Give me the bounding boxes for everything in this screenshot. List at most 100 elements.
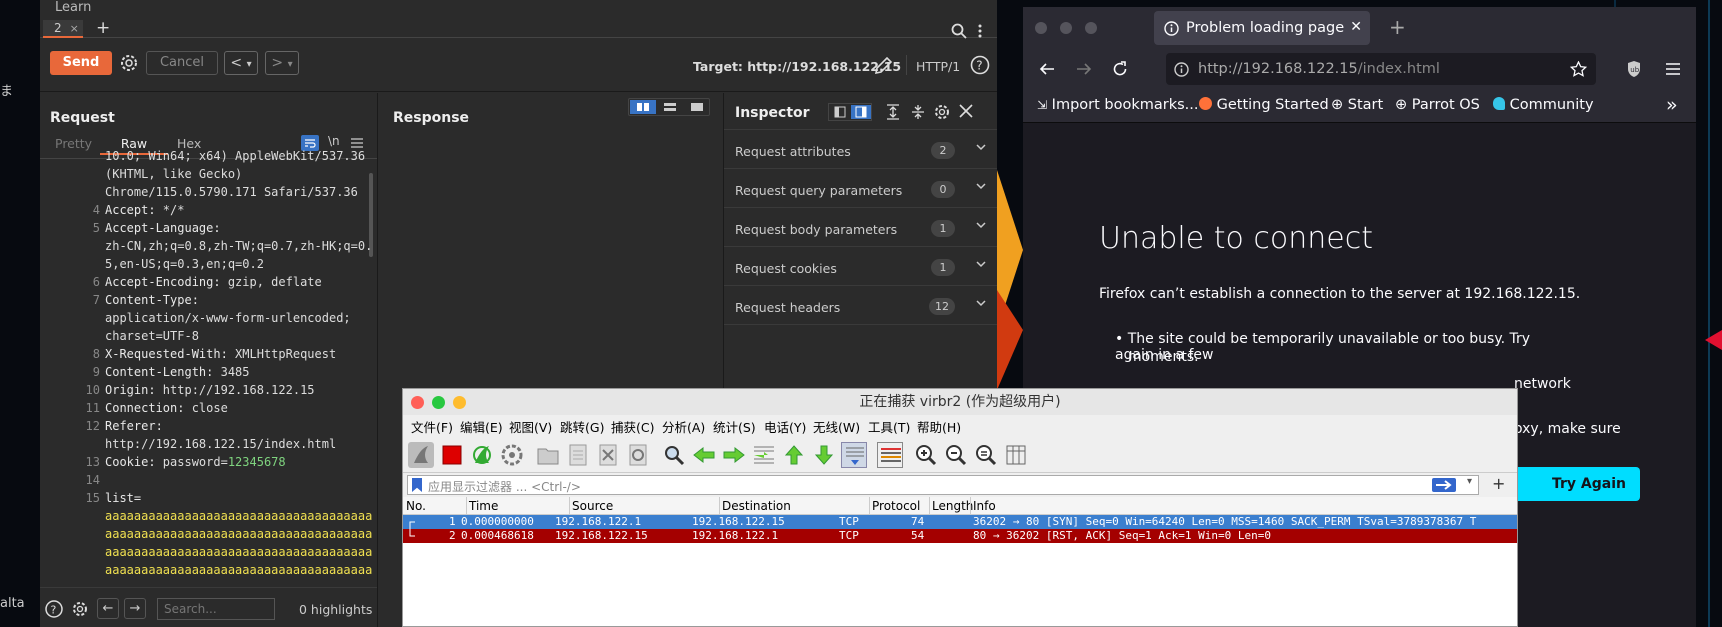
col-length[interactable]: Length <box>932 499 973 513</box>
apply-filter-icon[interactable] <box>1432 478 1456 492</box>
send-button[interactable]: Send <box>50 51 112 75</box>
bookmark-parrot-os[interactable]: ⊕ Parrot OS <box>1395 97 1480 113</box>
bookmark-getting-started[interactable]: Getting Started <box>1199 97 1329 113</box>
bookmark-filter-icon[interactable] <box>412 478 422 492</box>
menu-item[interactable]: 视图(V) <box>509 417 552 436</box>
close-icon[interactable]: × <box>70 22 79 35</box>
expand-all-icon[interactable] <box>886 104 900 120</box>
gear-icon[interactable] <box>118 52 140 74</box>
bookmark-star-icon[interactable] <box>1570 61 1587 77</box>
collapse-all-icon[interactable] <box>911 104 925 120</box>
reload-file-icon[interactable] <box>625 442 651 468</box>
chevron-down-icon[interactable] <box>976 260 986 268</box>
history-forward-button[interactable]: > ▾ <box>265 51 299 75</box>
gear-icon[interactable] <box>71 600 89 618</box>
hamburger-menu-icon[interactable] <box>1665 62 1681 76</box>
http-version-label[interactable]: HTTP/1 <box>916 59 960 74</box>
inspector-section[interactable]: Request query parameters 0 <box>724 169 997 208</box>
menu-item[interactable]: 帮助(H) <box>917 417 961 436</box>
menu-item[interactable]: 文件(F) <box>411 417 453 436</box>
packet-row[interactable]: 1 0.000000000 192.168.122.1 192.168.122.15 T… <box>403 515 1517 529</box>
search-next-button[interactable]: → <box>124 598 146 619</box>
open-file-icon[interactable] <box>535 442 561 468</box>
inspector-section[interactable]: Request headers 12 <box>724 286 997 325</box>
browser-tab[interactable]: Problem loading page ✕ <box>1154 11 1370 45</box>
panel-right-icon[interactable] <box>851 105 871 119</box>
try-again-button[interactable]: Try Again <box>1514 467 1640 501</box>
resize-columns-icon[interactable] <box>1003 442 1029 468</box>
split-vertical-icon[interactable] <box>657 100 683 114</box>
window-close-button[interactable] <box>411 396 424 409</box>
menu-item[interactable]: 工具(T) <box>868 417 910 436</box>
help-icon[interactable]: ? <box>45 600 63 618</box>
autoscroll-icon[interactable] <box>841 442 867 468</box>
restart-capture-icon[interactable] <box>469 442 495 468</box>
go-forward-icon[interactable] <box>721 442 747 468</box>
menu-item[interactable]: 捕获(C) <box>611 417 654 436</box>
colorize-icon[interactable] <box>877 442 903 468</box>
inspector-section[interactable]: Request cookies 1 <box>724 247 997 286</box>
packet-row[interactable]: 2 0.000468618 192.168.122.15 192.168.122.1 T… <box>403 529 1517 543</box>
history-back-button[interactable]: < ▾ <box>224 51 258 75</box>
search-prev-button[interactable]: ← <box>97 598 119 619</box>
last-packet-icon[interactable] <box>811 442 837 468</box>
chevron-down-icon[interactable]: ▾ <box>1467 476 1472 487</box>
window-close-button[interactable] <box>1035 22 1047 34</box>
col-destination[interactable]: Destination <box>722 499 791 513</box>
edit-pencil-icon[interactable] <box>873 56 893 76</box>
new-tab-button[interactable]: + <box>1389 15 1406 39</box>
go-to-packet-icon[interactable] <box>751 442 777 468</box>
shield-icon[interactable]: ub <box>1626 60 1642 78</box>
add-filter-button[interactable]: + <box>1492 474 1505 493</box>
search-icon[interactable] <box>951 23 967 39</box>
bookmark-import[interactable]: ⇲ Import bookmarks... <box>1037 97 1199 113</box>
more-bookmarks-icon[interactable]: » <box>1666 94 1678 116</box>
close-icon[interactable] <box>959 104 973 118</box>
help-icon[interactable]: ? <box>970 55 990 75</box>
newline-toggle[interactable]: \n <box>328 134 340 148</box>
col-info[interactable]: Info <box>973 499 996 513</box>
menu-item[interactable]: 无线(W) <box>813 417 860 436</box>
panel-left-icon[interactable] <box>830 105 850 119</box>
chevron-down-icon[interactable] <box>976 299 986 307</box>
window-maximize-button[interactable] <box>432 396 445 409</box>
window-minimize-button[interactable] <box>453 396 466 409</box>
inspector-section[interactable]: Request attributes 2 <box>724 130 997 169</box>
gear-icon[interactable] <box>933 103 951 121</box>
repeater-tab[interactable]: 2 × <box>43 20 83 38</box>
chevron-down-icon[interactable] <box>976 221 986 229</box>
url-bar[interactable]: http://192.168.122.15/index.html <box>1166 53 1596 85</box>
add-tab-button[interactable]: + <box>96 18 110 38</box>
col-protocol[interactable]: Protocol <box>872 499 920 513</box>
zoom-out-icon[interactable] <box>943 442 969 468</box>
chevron-down-icon[interactable] <box>976 182 986 190</box>
bookmark-community[interactable]: Community <box>1493 97 1594 113</box>
close-file-icon[interactable] <box>595 442 621 468</box>
menu-item[interactable]: 跳转(G) <box>560 417 604 436</box>
display-filter-input[interactable]: 应用显示过滤器 ... <Ctrl-/> ▾ <box>407 475 1479 495</box>
col-time[interactable]: Time <box>469 499 498 513</box>
reload-icon[interactable] <box>1112 61 1128 77</box>
chevron-down-icon[interactable] <box>976 143 986 151</box>
shark-fin-start-icon[interactable] <box>408 442 434 468</box>
tabs-layout-icon[interactable] <box>684 100 710 114</box>
window-maximize-button[interactable] <box>1085 22 1097 34</box>
go-back-icon[interactable] <box>691 442 717 468</box>
window-minimize-button[interactable] <box>1060 22 1072 34</box>
first-packet-icon[interactable] <box>781 442 807 468</box>
capture-options-icon[interactable] <box>499 442 525 468</box>
menu-item[interactable]: 分析(A) <box>662 417 705 436</box>
menu-item[interactable]: 统计(S) <box>713 417 756 436</box>
stop-capture-icon[interactable] <box>439 442 465 468</box>
close-icon[interactable]: ✕ <box>1350 19 1362 35</box>
layout-toggle[interactable] <box>628 98 710 116</box>
col-no[interactable]: No. <box>406 499 426 513</box>
menu-item[interactable]: 编辑(E) <box>460 417 503 436</box>
kebab-menu-icon[interactable] <box>977 23 983 39</box>
back-arrow-icon[interactable] <box>1039 61 1055 77</box>
find-packet-icon[interactable] <box>661 442 687 468</box>
menu-item[interactable]: 电话(Y) <box>764 417 806 436</box>
search-input[interactable] <box>157 598 275 620</box>
inspector-section[interactable]: Request body parameters 1 <box>724 208 997 247</box>
forward-arrow-icon[interactable] <box>1076 61 1092 77</box>
